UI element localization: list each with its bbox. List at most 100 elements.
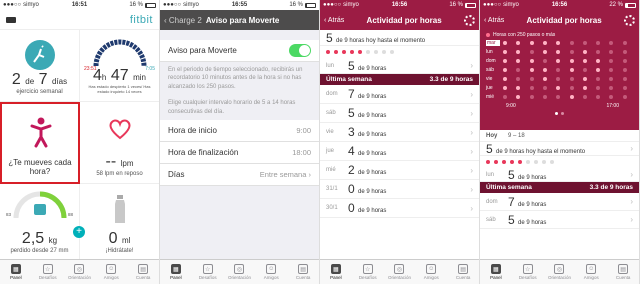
moon-icon (111, 50, 124, 63)
start-time-row[interactable]: Hora de inicio 9:00 (160, 119, 319, 142)
tab-panel[interactable]: ▦ Panel (480, 260, 512, 284)
heart-tile[interactable]: -- lpm 58 lpm en reposo (80, 102, 159, 184)
weight-label: perdido desde 27 mm (10, 248, 69, 254)
tab-amigos[interactable]: ☺ Amigos (95, 260, 127, 284)
heatmap-day-label: lun (486, 49, 493, 55)
heart-label: 58 lpm en reposo (96, 171, 143, 177)
tab-panel[interactable]: ▦ Panel (160, 260, 192, 284)
tab-amigos[interactable]: ☺ Amigos (575, 260, 607, 284)
list-item[interactable]: 30/1 0 de 9 horas › (320, 199, 479, 218)
tab-cuenta[interactable]: ▤ Cuenta (287, 260, 319, 284)
list-item[interactable]: vie 3 de 9 horas › (320, 123, 479, 142)
list-item[interactable]: dom 7 de 9 horas › (480, 193, 639, 211)
people-icon: ☺ (586, 264, 597, 274)
signal-icon: ●●●○○ (163, 2, 182, 8)
description-1: En el periodo de tiempo seleccionado, re… (168, 67, 303, 90)
back-button[interactable]: ‹ Charge 2 (164, 16, 202, 25)
phone-dashboard: ●●●○○ simyo 16:51 16 % fitbit 2 de 7 días… (0, 0, 160, 284)
gear-icon[interactable] (463, 14, 475, 26)
chevron-right-icon: › (470, 89, 473, 99)
tab-amigos[interactable]: ☺ Amigos (255, 260, 287, 284)
tab-desafios[interactable]: ☆ Desafíos (192, 260, 224, 284)
week-value: 3.3 de 9 horas (429, 76, 473, 83)
today-dots (480, 156, 639, 168)
compass-icon: ◎ (554, 264, 565, 274)
tab-desafios[interactable]: ☆ Desafíos (352, 260, 384, 284)
battery-label: 16 % (129, 2, 143, 8)
tab-desafios[interactable]: ☆ Desafíos (32, 260, 64, 284)
week-value: 3.3 de 9 horas (589, 184, 633, 191)
tab-panel[interactable]: ▦ Panel (320, 260, 352, 284)
dashboard-header: fitbit (0, 10, 159, 30)
time-start-label: 9:00 (506, 103, 516, 109)
start-time-value: 9:00 (296, 125, 311, 135)
heatmap-day-label: jue (486, 85, 493, 91)
people-icon: ☺ (426, 264, 437, 274)
list-item[interactable]: mié 2 de 9 horas › (320, 161, 479, 180)
list-item[interactable]: sáb 5 de 9 horas › (480, 211, 639, 229)
tab-amigos[interactable]: ☺ Amigos (415, 260, 447, 284)
list-item[interactable]: jue 4 de 9 horas › (320, 142, 479, 161)
person-icon (30, 117, 52, 148)
list-item[interactable]: 31/1 0 de 9 horas › (320, 180, 479, 199)
nav-bar: ‹ Atrás Actividad por horas (480, 10, 639, 30)
exercise-label: ejercicio semanal (16, 89, 63, 95)
heatmap-day-label: sáb (486, 67, 495, 73)
list-item[interactable]: lun 5 de 9 horas › (320, 58, 479, 74)
today-value: 5 de 9 horas hoy hasta el momento (326, 30, 426, 45)
tab-bar: ▦ Panel ☆ Desafíos ◎ Orientación ☺ Amigos ▤ C… (320, 259, 479, 284)
heatmap-day-label: mié (486, 94, 495, 100)
tab-cuenta[interactable]: ▤ Cuenta (447, 260, 479, 284)
carrier-label: simyo (23, 2, 39, 8)
today-row[interactable]: 5 de 9 horas hoy hasta el momento › (480, 142, 639, 156)
account-icon: ▤ (298, 264, 309, 274)
heatmap-grid[interactable]: mar lun dom sáb vie jue mié (480, 40, 639, 100)
dashboard-icon: ▦ (330, 264, 341, 274)
tab-orientacion[interactable]: ◎ Orientación (64, 260, 96, 284)
status-bar: ●●●○○ simyo 16:51 16 % (0, 0, 159, 10)
phone-hourly-heatmap: ●●●○○ simyo 16:56 22 % ‹ Atrás Actividad … (480, 0, 640, 284)
move-toggle-row: Aviso para Moverte (160, 40, 319, 62)
tab-panel[interactable]: ▦ Panel (0, 260, 32, 284)
list-item[interactable]: lun 5 de 9 horas › (480, 168, 639, 182)
tab-bar: ▦ Panel ☆ Desafíos ◎ Orientación ☺ Amigos ▤ C… (160, 259, 319, 284)
tab-orientacion[interactable]: ◎ Orientación (224, 260, 256, 284)
list-item[interactable]: dom 7 de 9 horas › (320, 85, 479, 104)
sleep-times: 23:51 7:05 (84, 66, 155, 72)
heatmap-time-axis: 9:00 17:00 (480, 100, 639, 109)
battery-icon (625, 2, 636, 8)
tab-orientacion[interactable]: ◎ Orientación (384, 260, 416, 284)
water-tile[interactable]: 0 ml ¡Hidrátate! (80, 184, 159, 261)
days-row[interactable]: Días Entre semana › (160, 163, 319, 186)
signal-icon: ●●●○○ (3, 2, 22, 8)
chevron-right-icon: › (470, 165, 473, 175)
gear-icon[interactable] (623, 14, 635, 26)
week-label: Última semana (486, 184, 532, 191)
exercise-value: 2 de 7 días (11, 71, 68, 88)
today-row[interactable]: 5 de 9 horas hoy hasta el momento (320, 30, 479, 46)
dashboard-icon: ▦ (170, 264, 181, 274)
sleep-tile[interactable]: 23:51 7:05 4h 47 min Has estado despiert… (80, 30, 159, 102)
tab-cuenta[interactable]: ▤ Cuenta (607, 260, 639, 284)
add-button[interactable]: + (73, 226, 85, 238)
phone-move-settings: ●●●○○ simyo 16:55 16 % ‹ Charge 2 Aviso p… (160, 0, 320, 284)
end-time-row[interactable]: Hora de finalización 18:00 (160, 141, 319, 164)
tab-orientacion[interactable]: ◎ Orientación (544, 260, 576, 284)
water-value: 0 ml (108, 230, 131, 247)
exercise-tile[interactable]: 2 de 7 días ejercicio semanal (0, 30, 80, 102)
move-toggle-switch[interactable] (289, 44, 311, 57)
back-button[interactable]: ‹ Atrás (324, 17, 344, 24)
list-item[interactable]: sáb 5 de 9 horas › (320, 104, 479, 123)
star-icon: ☆ (202, 264, 213, 274)
back-button[interactable]: ‹ Atrás (484, 17, 504, 24)
page-indicator[interactable] (480, 109, 639, 115)
tab-cuenta[interactable]: ▤ Cuenta (127, 260, 159, 284)
status-bar: ●●●○○ simyo 16:56 16 % (320, 0, 479, 10)
tracker-icon[interactable] (6, 16, 16, 23)
people-icon: ☺ (106, 264, 117, 274)
weight-max: 88 (67, 212, 73, 217)
move-tile[interactable]: ¿Te mueves cada hora? (0, 102, 80, 184)
tab-desafios[interactable]: ☆ Desafíos (512, 260, 544, 284)
weight-tile[interactable]: 83 88 2,5 kg perdido desde 27 mm + (0, 184, 85, 261)
heatmap-legend: Horas con 250 pasos o más (480, 30, 639, 40)
